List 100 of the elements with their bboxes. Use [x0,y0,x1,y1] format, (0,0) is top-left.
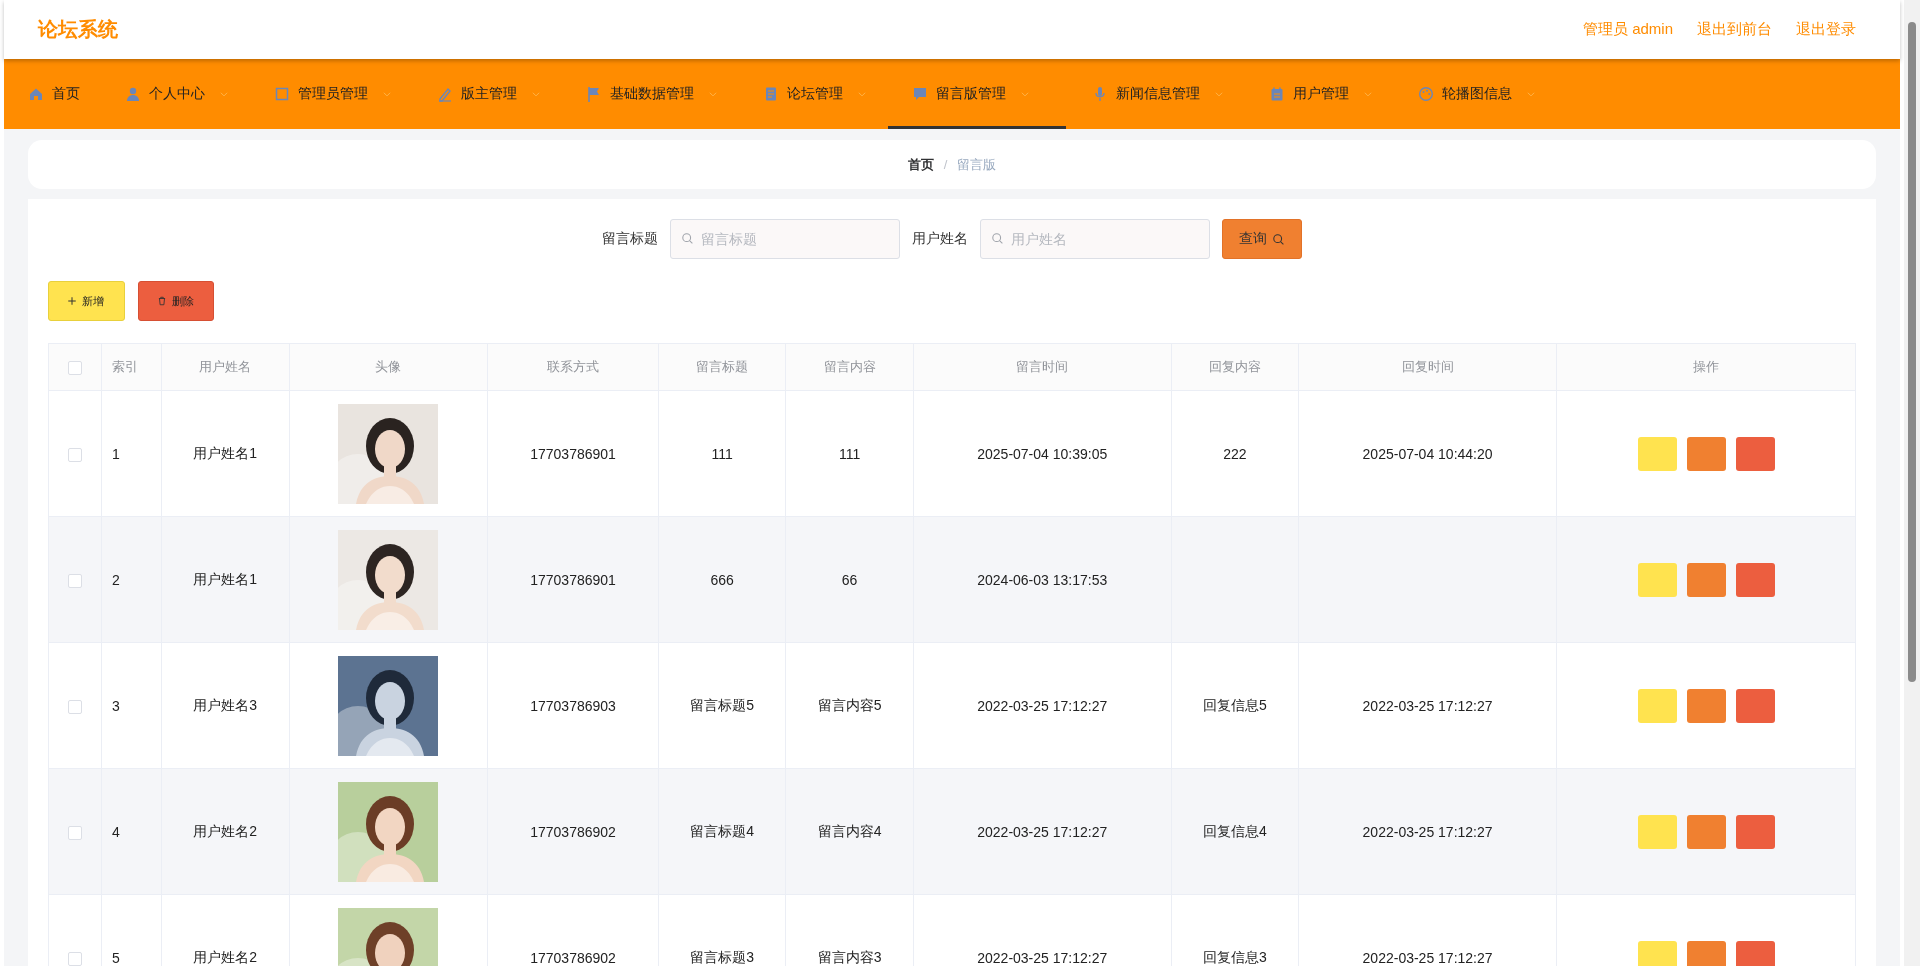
person-icon [125,86,141,102]
edit-button[interactable] [1686,562,1726,597]
column-header: 联系方式 [547,359,600,374]
nav-label[interactable]: 新闻信息管理 [1116,85,1200,103]
search-field[interactable]: 留言标题 [670,219,900,259]
table-cell: 2025-07-04 10:39:05 [977,445,1108,462]
table-cell: 用户姓名2 [193,948,258,965]
column-header: 操作 [1693,359,1719,374]
table-cell: 2022-03-25 17:12:27 [1362,697,1493,714]
delete-button[interactable] [1735,436,1775,471]
add-button[interactable]: 新增 [48,281,125,321]
table-cell: 2022-03-25 17:12:27 [977,949,1108,966]
delete-button[interactable] [1735,940,1775,966]
view-button[interactable] [1637,814,1677,849]
breadcrumb-separator: / [943,157,948,172]
view-button[interactable] [1637,940,1677,966]
nav-item[interactable]: 留言版管理 [888,59,1066,129]
table-cell: 回复信息4 [1203,822,1267,839]
edit-button[interactable] [1686,940,1726,966]
home-icon [28,86,44,102]
table-cell: 留言内容4 [817,822,882,839]
table-cell: 17703786901 [530,571,616,588]
nav-label[interactable]: 轮播图信息 [1442,85,1512,103]
row-checkbox[interactable] [68,573,82,588]
table-cell: 2022-03-25 17:12:27 [977,823,1108,840]
nav-item[interactable]: 轮播图信息 [1416,59,1556,129]
nav-label[interactable]: 版主管理 [461,85,517,103]
pencil-icon [437,86,453,102]
palette-icon [1418,86,1434,102]
table-cell: 2022-03-25 17:12:27 [1362,949,1493,966]
column-header: 留言时间 [1016,359,1069,374]
table-cell: 111 [711,445,733,462]
table-cell: 留言内容5 [817,696,882,713]
table-cell: 666 [710,571,734,588]
nav-label[interactable]: 管理员管理 [298,85,368,103]
table-cell: 2025-07-04 10:44:20 [1362,445,1493,462]
table-cell: 留言标题3 [690,948,754,965]
search-field[interactable]: 用户姓名 [980,219,1210,259]
microphone-icon [1092,86,1108,102]
select-all-checkbox[interactable] [68,360,82,375]
column-header: 索引 [112,359,138,374]
row-checkbox[interactable] [68,825,82,840]
column-header: 用户姓名 [199,359,252,374]
column-header: 回复内容 [1208,359,1261,374]
scrollbar[interactable] [1904,0,1920,966]
field-label: 留言标题 [602,230,658,248]
delete-button[interactable]: 删除 [138,281,214,321]
nav-item[interactable]: 版主管理 [435,59,561,129]
nav-label[interactable]: 留言版管理 [936,85,1006,103]
table-cell: 用户姓名1 [193,444,258,461]
nav-item[interactable]: 管理员管理 [272,59,412,129]
plus-icon [67,296,77,306]
row-checkbox[interactable] [68,951,82,966]
table-cell: 111 [838,445,861,462]
app-logo: 论坛系统 [38,17,118,42]
table-cell: 用户姓名2 [193,822,258,839]
search-icon [1272,232,1285,246]
edit-button[interactable] [1686,814,1726,849]
table-cell: 2 [112,571,120,588]
row-checkbox[interactable] [68,447,82,462]
scrollbar-thumb[interactable] [1908,22,1916,682]
flag-icon [586,86,602,102]
calendar-icon [1269,86,1285,102]
nav-item[interactable]: 个人中心 [123,59,249,129]
breadcrumb-item[interactable]: 首页 [907,155,934,174]
delete-button[interactable] [1735,562,1775,597]
nav-item[interactable]: 首页 [26,59,100,129]
nav-label[interactable]: 基础数据管理 [610,85,694,103]
table-cell: 17703786902 [530,823,616,840]
nav-label[interactable]: 论坛管理 [787,85,843,103]
table-cell: 留言标题5 [690,696,754,713]
column-header: 回复时间 [1401,359,1454,374]
breadcrumb-item: 留言版 [957,155,997,174]
view-button[interactable] [1637,436,1677,471]
column-header: 头像 [375,359,402,374]
nav-label[interactable]: 个人中心 [149,85,205,103]
table-cell: 留言标题4 [690,822,754,839]
table-cell: 4 [112,823,120,840]
table-cell: 用户姓名3 [193,696,258,713]
table-cell: 3 [112,697,120,714]
view-button[interactable] [1637,688,1677,723]
nav-item[interactable]: 新闻信息管理 [1090,59,1244,129]
nav-item[interactable]: 用户管理 [1267,59,1393,129]
delete-button[interactable] [1735,688,1775,723]
nav-label[interactable]: 用户管理 [1293,85,1349,103]
nav-label[interactable]: 首页 [52,85,80,103]
message-icon [912,86,928,102]
table-cell: 66 [841,571,858,588]
table-cell: 回复信息3 [1203,948,1267,965]
query-button[interactable]: 查询 [1222,219,1302,259]
column-header: 留言标题 [696,359,749,374]
view-button[interactable] [1637,562,1677,597]
table-cell: 5 [112,949,120,966]
edit-button[interactable] [1686,436,1726,471]
nav-item[interactable]: 论坛管理 [761,59,887,129]
edit-button[interactable] [1686,688,1726,723]
nav-item[interactable]: 基础数据管理 [584,59,738,129]
row-checkbox[interactable] [68,699,82,714]
table-cell: 用户姓名1 [193,570,258,587]
delete-button[interactable] [1735,814,1775,849]
